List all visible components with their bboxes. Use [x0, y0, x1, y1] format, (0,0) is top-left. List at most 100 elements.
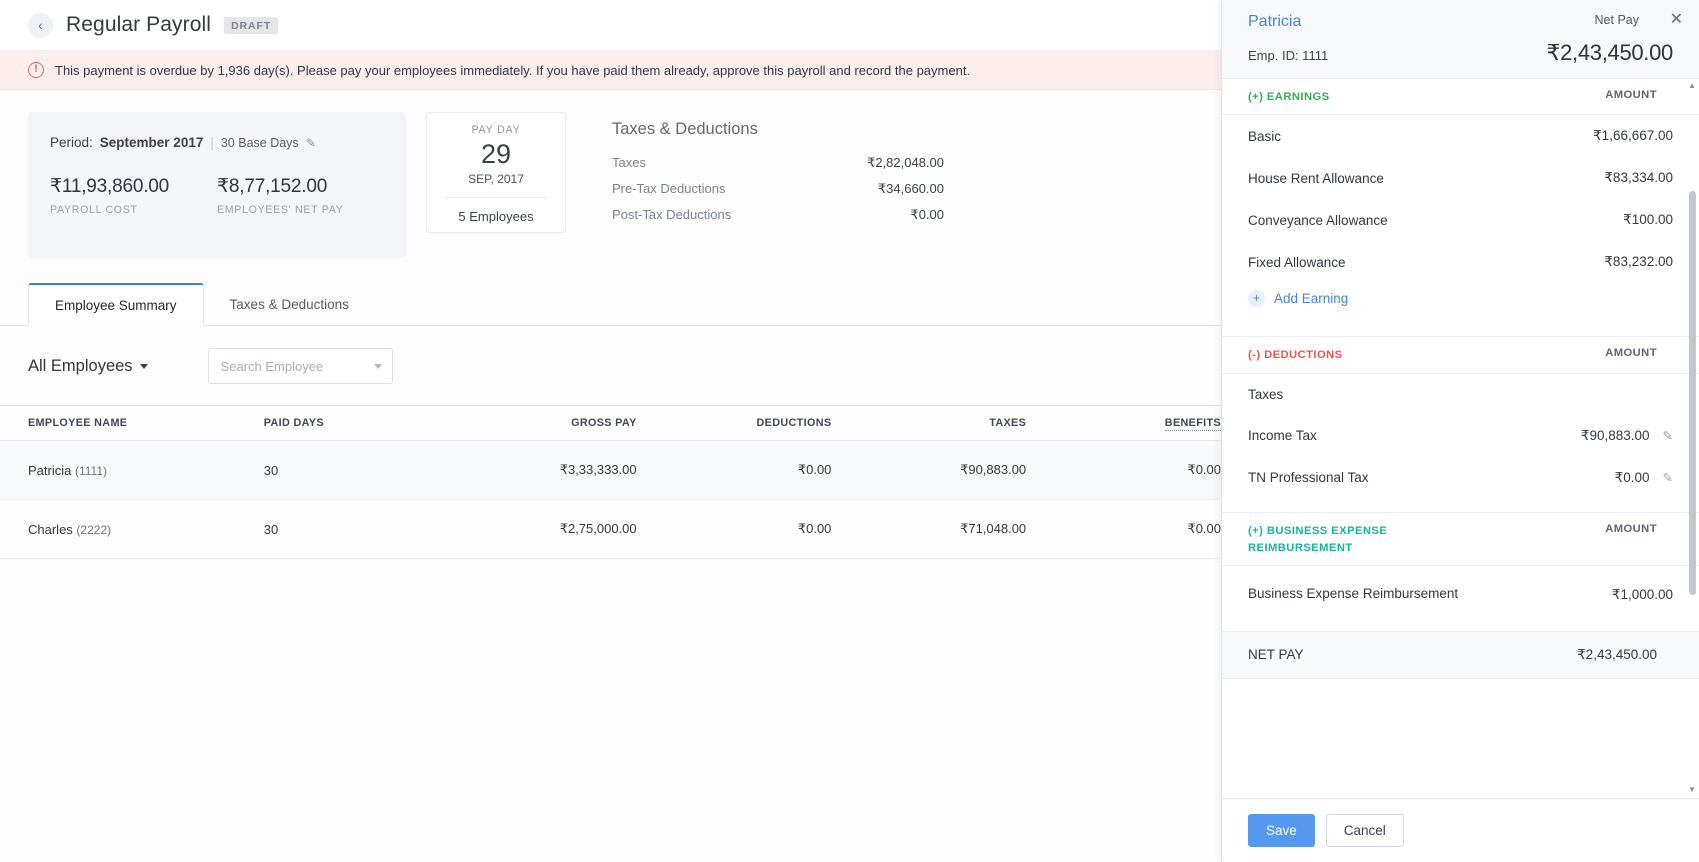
table-row[interactable]: Charles (2222) 30 ₹2,75,000.00 ₹0.00 ₹71…: [0, 500, 1221, 559]
add-earning-button[interactable]: + Add Earning: [1222, 283, 1699, 323]
panel-net-pay-label: Net Pay: [1595, 13, 1639, 27]
panel-scrollbar[interactable]: ▲ ▼: [1688, 81, 1697, 798]
tab-employee-summary[interactable]: Employee Summary: [28, 283, 204, 326]
panel-body: ▲ ▼ (+) EARNINGS AMOUNT Basic ₹1,66,667.…: [1222, 79, 1699, 798]
table-row[interactable]: Patricia (1111) 30 ₹3,33,333.00 ₹0.00 ₹9…: [0, 441, 1221, 500]
panel-net-pay-row: NET PAY ₹2,43,450.00: [1222, 631, 1699, 679]
all-employees-dropdown[interactable]: All Employees: [28, 357, 148, 376]
col-deductions[interactable]: DEDUCTIONS: [637, 406, 832, 441]
earning-amount: ₹1,66,667.00: [1593, 128, 1673, 144]
net-pay-row-label: NET PAY: [1248, 647, 1304, 662]
posttax-row: Post-Tax Deductions ₹0.00: [612, 207, 944, 223]
reimbursement-title: (+) BUSINESS EXPENSE REIMBURSEMENT: [1248, 523, 1448, 558]
col-taxes[interactable]: TAXES: [831, 406, 1026, 441]
deductions-title: (-) DEDUCTIONS: [1248, 347, 1343, 364]
col-paid-days[interactable]: PAID DAYS: [264, 406, 431, 441]
deduction-label: Income Tax: [1248, 428, 1317, 443]
save-button[interactable]: Save: [1248, 814, 1315, 847]
earnings-title: (+) EARNINGS: [1248, 89, 1330, 106]
panel-employee-name[interactable]: Patricia: [1248, 13, 1301, 31]
payday-card: PAY DAY 29 SEP, 2017 5 Employees: [426, 112, 566, 233]
scroll-up-arrow[interactable]: ▲: [1688, 81, 1696, 90]
main-content: ‹ Regular Payroll DRAFT ! This payment i…: [0, 0, 1221, 862]
pencil-icon[interactable]: ✎: [1663, 470, 1673, 485]
payday-divider: [445, 197, 547, 198]
page-title: Regular Payroll: [66, 13, 211, 37]
summary-strip: Period: September 2017 | 30 Base Days ✎ …: [0, 90, 1221, 258]
deduction-value-group: ₹0.00 ✎: [1615, 470, 1673, 486]
panel-emp-id: Emp. ID: 1111: [1248, 48, 1328, 63]
earning-amount: ₹83,232.00: [1604, 254, 1673, 270]
col-benefits[interactable]: BENEFITS: [1026, 406, 1221, 441]
deductions-amount-col: AMOUNT: [1605, 347, 1657, 359]
payday-month-year: SEP, 2017: [427, 172, 565, 186]
add-earning-label: Add Earning: [1274, 291, 1348, 306]
deduction-row-income-tax: Income Tax ₹90,883.00 ✎: [1222, 415, 1699, 457]
all-employees-label: All Employees: [28, 357, 133, 376]
employees-net-pay-caption: EMPLOYEES' NET PAY: [217, 204, 384, 216]
deductions-group-text: Taxes: [1248, 387, 1283, 402]
row-deductions: ₹0.00: [637, 441, 832, 500]
col-employee-name[interactable]: EMPLOYEE NAME: [0, 406, 264, 441]
close-icon[interactable]: ✕: [1670, 12, 1683, 28]
taxes-deductions-title: Taxes & Deductions: [612, 120, 944, 139]
pretax-row: Pre-Tax Deductions ₹34,660.00: [612, 181, 944, 197]
reimbursement-label: Business Expense Reimbursement: [1248, 584, 1458, 604]
filter-row: All Employees Search Employee: [0, 326, 1221, 384]
deduction-value-group: ₹90,883.00 ✎: [1581, 428, 1673, 444]
deduction-label: TN Professional Tax: [1248, 470, 1369, 485]
posttax-row-value: ₹0.00: [824, 207, 944, 223]
earnings-section-header: (+) EARNINGS AMOUNT: [1222, 79, 1699, 115]
earning-amount: ₹100.00: [1623, 212, 1673, 228]
payday-day: 29: [427, 139, 565, 170]
chevron-left-icon: ‹: [38, 18, 43, 32]
pretax-row-value: ₹34,660.00: [824, 181, 944, 197]
row-employee-name: Patricia (1111): [0, 441, 264, 500]
earning-label: Fixed Allowance: [1248, 255, 1346, 270]
search-placeholder: Search Employee: [221, 359, 324, 374]
panel-net-pay-amount: ₹2,43,450.00: [1546, 40, 1673, 66]
period-card: Period: September 2017 | 30 Base Days ✎ …: [28, 112, 406, 258]
row-gross-pay: ₹2,75,000.00: [431, 500, 637, 559]
taxes-row: Taxes ₹2,82,048.00: [612, 155, 944, 171]
earning-label: House Rent Allowance: [1248, 171, 1384, 186]
payroll-cost-caption: PAYROLL COST: [50, 204, 217, 216]
reimbursement-section-header: (+) BUSINESS EXPENSE REIMBURSEMENT AMOUN…: [1222, 513, 1699, 567]
employee-id-text: (1111): [75, 464, 107, 478]
scroll-thumb[interactable]: [1689, 191, 1696, 595]
period-line: Period: September 2017 | 30 Base Days ✎: [50, 135, 384, 150]
col-benefits-label: BENEFITS: [1165, 417, 1221, 431]
cancel-button[interactable]: Cancel: [1326, 814, 1404, 847]
employee-summary-table: EMPLOYEE NAME PAID DAYS GROSS PAY DEDUCT…: [0, 405, 1221, 559]
tab-taxes-deductions[interactable]: Taxes & Deductions: [204, 283, 375, 326]
panel-header-bottom: Emp. ID: 1111 ₹2,43,450.00: [1248, 40, 1673, 66]
payday-caption: PAY DAY: [427, 124, 565, 136]
alert-message: This payment is overdue by 1,936 day(s).…: [55, 63, 970, 78]
row-paid-days: 30: [264, 500, 431, 559]
chevron-down-icon: [374, 364, 382, 369]
search-employee-input[interactable]: Search Employee: [208, 348, 393, 384]
net-pay-row-amount: ₹2,43,450.00: [1577, 647, 1657, 663]
earnings-amount-col: AMOUNT: [1605, 89, 1657, 101]
posttax-row-label: Post-Tax Deductions: [612, 207, 824, 223]
period-separator: |: [210, 135, 214, 150]
deductions-section-header: (-) DEDUCTIONS AMOUNT: [1222, 337, 1699, 373]
deductions-group-label: Taxes: [1222, 374, 1699, 415]
employees-net-pay-figure: ₹8,77,152.00 EMPLOYEES' NET PAY: [217, 175, 384, 216]
col-gross-pay[interactable]: GROSS PAY: [431, 406, 637, 441]
period-label: Period:: [50, 135, 93, 150]
back-button[interactable]: ‹: [28, 13, 53, 38]
taxes-row-label: Taxes: [612, 155, 824, 171]
pencil-icon[interactable]: ✎: [306, 136, 316, 150]
pencil-icon[interactable]: ✎: [1663, 428, 1673, 443]
panel-header: ✕ Patricia Net Pay Emp. ID: 1111 ₹2,43,4…: [1222, 0, 1699, 79]
payroll-cost-amount: ₹11,93,860.00: [50, 175, 217, 198]
employee-id-text: (2222): [76, 523, 111, 537]
employee-name-text: Patricia: [28, 463, 71, 478]
table-header-row: EMPLOYEE NAME PAID DAYS GROSS PAY DEDUCT…: [0, 406, 1221, 441]
reimbursement-amount-col: AMOUNT: [1605, 523, 1657, 535]
payroll-cost-figure: ₹11,93,860.00 PAYROLL COST: [50, 175, 217, 216]
earning-amount: ₹83,334.00: [1604, 170, 1673, 186]
overdue-alert: ! This payment is overdue by 1,936 day(s…: [0, 51, 1221, 90]
scroll-down-arrow[interactable]: ▼: [1688, 785, 1696, 794]
